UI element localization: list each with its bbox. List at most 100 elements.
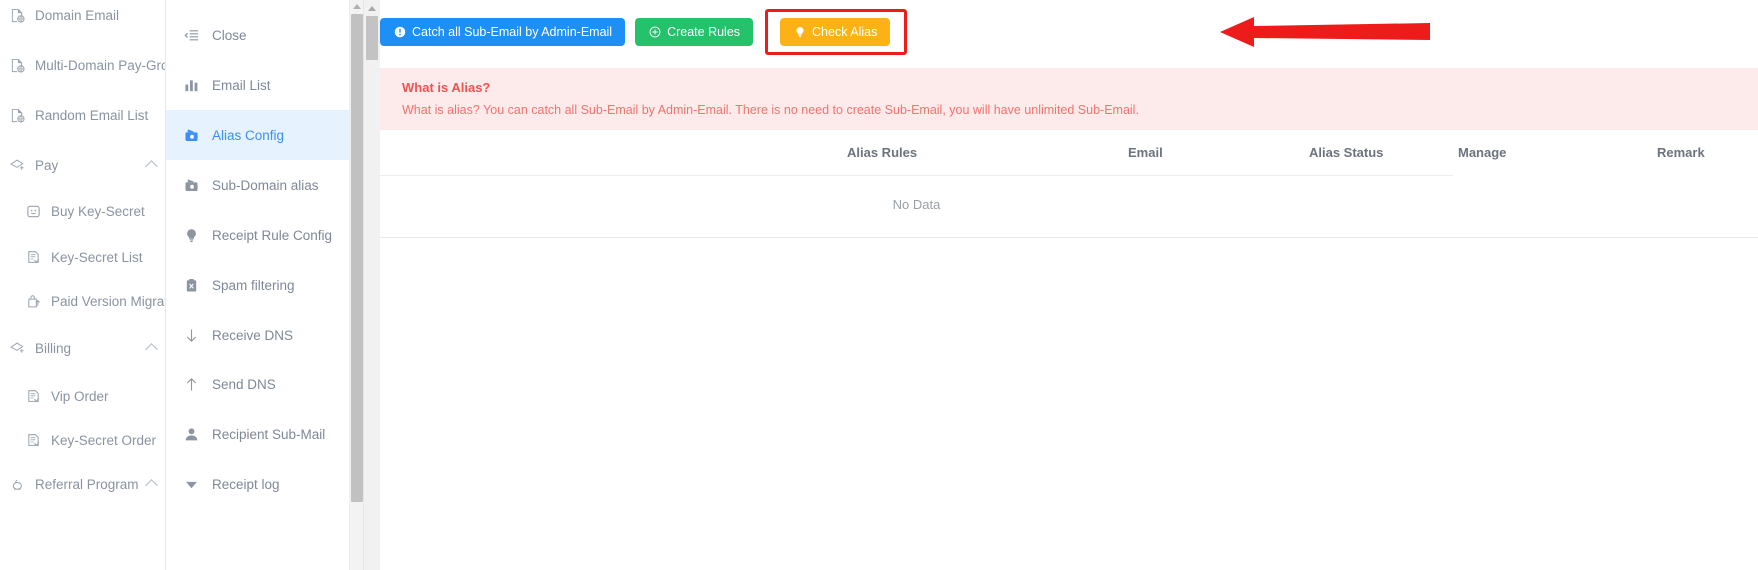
sidebar-item-referral-program[interactable]: Referral Program — [0, 459, 165, 509]
sidebar-item-key-secret-order[interactable]: Key-Secret Order — [0, 415, 165, 465]
scrollbar-track[interactable] — [364, 0, 380, 570]
billing-icon — [6, 341, 28, 356]
submenu-item-receipt-log[interactable]: Receipt log — [166, 459, 350, 509]
table-body: No Data — [380, 175, 1758, 237]
submenu-item-recipient-sub-mail[interactable]: Recipient Sub-Mail — [166, 409, 350, 459]
table-empty-state: No Data — [892, 197, 941, 212]
sidebar-item-multi-domain-pay-group[interactable]: Multi-Domain Pay-Group — [0, 40, 165, 90]
sidebar-item-label: Random Email List — [35, 107, 149, 123]
submenu-item-label: Send DNS — [212, 376, 276, 392]
sidebar-item-label: Multi-Domain Pay-Group — [35, 57, 165, 73]
info-circle-icon — [393, 26, 406, 39]
vip-order-icon — [22, 389, 44, 404]
domain-email-icon — [6, 8, 28, 23]
submenu-item-label: Alias Config — [212, 127, 285, 143]
sidebar-item-label: Pay — [35, 157, 59, 173]
submenu-item-email-list[interactable]: Email List — [166, 60, 350, 110]
check-alias-highlight-box: Check Alias — [765, 9, 908, 55]
sidebar-item-domain-email[interactable]: Domain Email — [0, 0, 165, 40]
submenu-item-alias-config[interactable]: Alias Config — [166, 110, 350, 160]
submenu-item-sub-domain-alias[interactable]: Sub-Domain alias — [166, 160, 350, 210]
submenu-item-receipt-rule-config[interactable]: Receipt Rule Config — [166, 210, 350, 260]
spam-icon — [181, 275, 201, 295]
arrow-up-icon — [181, 374, 201, 394]
user-icon — [181, 424, 201, 444]
sidebar-item-billing[interactable]: Billing — [0, 323, 165, 373]
sidebar-item-label: Domain Email — [35, 7, 120, 23]
buy-key-icon — [22, 204, 44, 219]
sidebar-item-random-email-list[interactable]: Random Email List — [0, 90, 165, 140]
check-alias-label: Check Alias — [812, 25, 878, 39]
submenu-item-label: Receive DNS — [212, 327, 294, 343]
wallet-icon — [181, 125, 201, 145]
chevron-up-icon[interactable] — [142, 478, 160, 490]
sidebar-item-vip-order[interactable]: Vip Order — [0, 371, 165, 421]
catch-all-sub-email-label: Catch all Sub-Email by Admin-Email — [412, 25, 613, 39]
table-header-alias-rules: Alias Rules — [847, 145, 918, 160]
scrollbar-thumb[interactable] — [351, 14, 363, 502]
table-header-alias-status: Alias Status — [1309, 145, 1384, 160]
lightbulb-icon — [793, 26, 806, 39]
table-bottom-divider — [380, 237, 1758, 238]
check-alias-button[interactable]: Check Alias — [780, 18, 891, 46]
wallet-icon — [181, 175, 201, 195]
main-content: Catch all Sub-Email by Admin-Email Creat… — [364, 0, 1758, 570]
sidebar-item-key-secret-list[interactable]: Key-Secret List — [0, 232, 165, 282]
submenu-item-close[interactable]: Close — [166, 10, 350, 60]
sidebar-item-pay[interactable]: Pay — [0, 140, 165, 190]
scrollbar-up-arrow-icon[interactable] — [353, 4, 361, 9]
lightbulb-icon — [181, 225, 201, 245]
arrow-down-icon — [181, 325, 201, 345]
secondary-submenu: Close Email List Alias Config Sub-Domain… — [166, 0, 364, 570]
sidebar-item-paid-version-migration[interactable]: Paid Version Migration — [0, 276, 165, 326]
table-header-remark: Remark — [1657, 145, 1705, 160]
alert-title: What is Alias? — [402, 80, 491, 95]
table-header-row: Alias Rules Email Alias Status Manage Re… — [380, 135, 1758, 175]
catch-all-sub-email-button[interactable]: Catch all Sub-Email by Admin-Email — [380, 18, 626, 46]
submenu-item-label: Recipient Sub-Mail — [212, 426, 326, 442]
sidebar-item-label: Paid Version Migration — [51, 293, 165, 309]
submenu-item-label: Email List — [212, 77, 271, 93]
submenu-item-label: Close — [212, 27, 247, 43]
plus-circle-icon — [648, 26, 661, 39]
alert-body: What is alias? You can catch all Sub-Ema… — [402, 103, 1139, 117]
triangle-down-icon — [181, 474, 201, 494]
key-order-icon — [22, 433, 44, 448]
sidebar-item-label: Key-Secret List — [51, 249, 143, 265]
application-window: Domain Email Multi-Domain Pay-Group Rand… — [0, 0, 1758, 570]
submenu-item-label: Receipt log — [212, 476, 280, 492]
submenu-item-label: Spam filtering — [212, 277, 295, 293]
primary-sidebar: Domain Email Multi-Domain Pay-Group Rand… — [0, 0, 166, 570]
create-rules-button[interactable]: Create Rules — [635, 18, 754, 46]
scrollbar-up-arrow-icon[interactable] — [368, 6, 376, 11]
submenu-item-send-dns[interactable]: Send DNS — [166, 359, 350, 409]
close-list-icon — [181, 25, 201, 45]
sidebar-item-label: Vip Order — [51, 388, 109, 404]
table-header-email: Email — [1128, 145, 1163, 160]
submenu-scrollbar[interactable] — [349, 0, 363, 570]
random-email-icon — [6, 108, 28, 123]
scrollbar-thumb[interactable] — [366, 16, 378, 60]
submenu-item-label: Sub-Domain alias — [212, 177, 319, 193]
chevron-up-icon[interactable] — [142, 342, 160, 354]
chevron-up-icon[interactable] — [142, 159, 160, 171]
red-arrow-annotation — [1220, 17, 1430, 47]
sidebar-item-label: Key-Secret Order — [51, 432, 157, 448]
alias-info-alert: What is Alias? What is alias? You can ca… — [380, 68, 1758, 130]
action-toolbar: Catch all Sub-Email by Admin-Email Creat… — [380, 9, 908, 55]
alias-table: Alias Rules Email Alias Status Manage Re… — [380, 135, 1758, 238]
migration-icon — [22, 294, 44, 309]
sidebar-item-label: Billing — [35, 340, 72, 356]
sidebar-item-label: Buy Key-Secret — [51, 203, 145, 219]
pay-icon — [6, 158, 28, 173]
sidebar-item-buy-key-secret[interactable]: Buy Key-Secret — [0, 186, 165, 236]
content-scrollbar[interactable] — [364, 0, 380, 570]
submenu-item-spam-filtering[interactable]: Spam filtering — [166, 260, 350, 310]
submenu-item-label: Receipt Rule Config — [212, 227, 333, 243]
referral-icon — [6, 477, 28, 492]
domain-group-icon — [6, 58, 28, 73]
key-list-icon — [22, 250, 44, 265]
submenu-item-receive-dns[interactable]: Receive DNS — [166, 310, 350, 360]
table-header-manage: Manage — [1458, 145, 1507, 160]
content-area: Catch all Sub-Email by Admin-Email Creat… — [380, 0, 1758, 570]
